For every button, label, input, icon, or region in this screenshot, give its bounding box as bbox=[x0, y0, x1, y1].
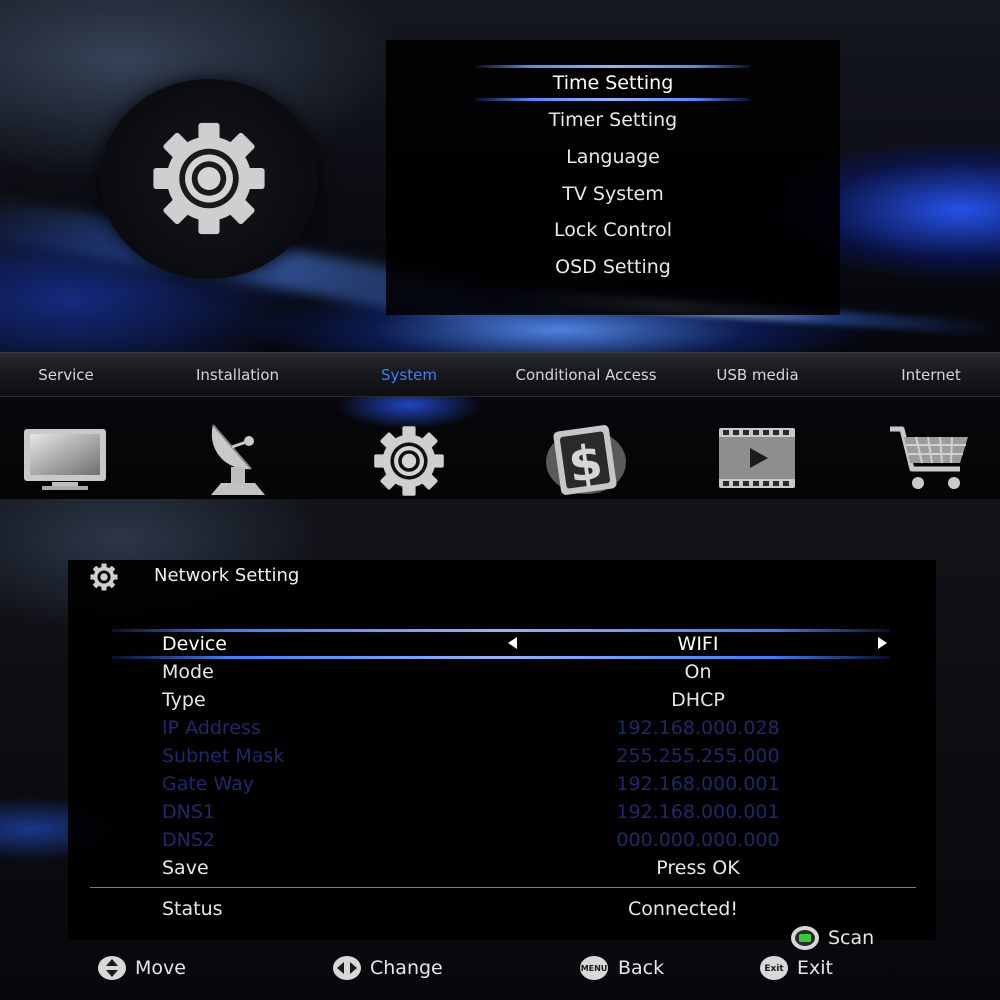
menu-key-icon: MENU bbox=[580, 956, 608, 980]
tab-internet[interactable]: Internet bbox=[890, 353, 972, 398]
change-label: Change bbox=[370, 957, 443, 979]
tab-label: Installation bbox=[195, 366, 280, 384]
setting-label: Gate Way bbox=[162, 773, 255, 795]
setting-value: WIFI bbox=[677, 633, 719, 655]
status-row: Status Connected! bbox=[0, 895, 1000, 923]
gear-icon[interactable] bbox=[369, 425, 449, 497]
setting-label: Device bbox=[162, 633, 227, 655]
change-hint: Change bbox=[332, 955, 462, 981]
setting-label: Mode bbox=[162, 661, 214, 683]
setting-value: 192.168.000.001 bbox=[616, 773, 780, 795]
setting-label: Type bbox=[162, 689, 206, 711]
back-hint[interactable]: MENU Back bbox=[579, 955, 689, 981]
setting-row-mode[interactable]: Mode On bbox=[0, 658, 1000, 686]
submenu-item-timer-setting[interactable]: Timer Setting bbox=[386, 102, 840, 138]
scan-label: Scan bbox=[828, 927, 875, 949]
setting-value: 255.255.255.000 bbox=[616, 745, 780, 767]
tv-icon[interactable] bbox=[22, 427, 108, 491]
divider bbox=[90, 887, 916, 888]
exit-hint[interactable]: Exit Exit bbox=[759, 955, 859, 981]
setting-value: DHCP bbox=[671, 689, 725, 711]
green-button-icon bbox=[791, 926, 819, 950]
submenu-item-label: Lock Control bbox=[553, 219, 673, 241]
setting-row-gate-way: Gate Way 192.168.000.001 bbox=[0, 770, 1000, 798]
submenu-item-label: TV System bbox=[562, 183, 664, 205]
film-play-icon[interactable] bbox=[718, 427, 796, 489]
setting-label: DNS1 bbox=[162, 801, 215, 823]
back-label: Back bbox=[618, 957, 665, 979]
status-label: Status bbox=[162, 898, 223, 920]
submenu-item-lock-control[interactable]: Lock Control bbox=[386, 212, 840, 248]
tab-usb-media[interactable]: USB media bbox=[705, 353, 810, 398]
satellite-dish-icon[interactable] bbox=[205, 419, 271, 497]
status-value: Connected! bbox=[628, 898, 738, 920]
setting-label: DNS2 bbox=[162, 829, 215, 851]
exit-label: Exit bbox=[797, 957, 833, 979]
setting-row-ip-address: IP Address 192.168.000.028 bbox=[0, 714, 1000, 742]
setting-label: Subnet Mask bbox=[162, 745, 285, 767]
tab-label: Service bbox=[38, 366, 94, 384]
system-submenu: Time Setting Timer Setting Language TV S… bbox=[386, 40, 840, 315]
submenu-item-label: Language bbox=[566, 146, 660, 168]
setting-value: 000.000.000.000 bbox=[616, 829, 780, 851]
scan-hint[interactable]: Scan bbox=[790, 925, 890, 951]
move-label: Move bbox=[135, 957, 186, 979]
shopping-cart-icon[interactable] bbox=[888, 425, 972, 493]
main-menu-tabbar: Service Installation System Conditional … bbox=[0, 352, 1000, 397]
setting-value: 192.168.000.001 bbox=[616, 801, 780, 823]
submenu-item-osd-setting[interactable]: OSD Setting bbox=[386, 249, 840, 285]
setting-row-dns2: DNS2 000.000.000.000 bbox=[0, 826, 1000, 854]
submenu-item-label: Time Setting bbox=[552, 72, 674, 94]
tab-system[interactable]: System bbox=[360, 353, 458, 398]
tab-label: Internet bbox=[901, 366, 961, 384]
setting-label: Save bbox=[162, 857, 209, 879]
main-menu-icon-row: $ bbox=[0, 397, 1000, 499]
submenu-item-language[interactable]: Language bbox=[386, 139, 840, 175]
setting-row-subnet-mask: Subnet Mask 255.255.255.000 bbox=[0, 742, 1000, 770]
move-hint: Move bbox=[97, 955, 207, 981]
setting-value: Press OK bbox=[656, 857, 740, 879]
tab-label: Conditional Access bbox=[515, 366, 657, 384]
setting-row-device[interactable]: Device WIFI bbox=[0, 630, 1000, 658]
tab-conditional-access[interactable]: Conditional Access bbox=[505, 353, 667, 398]
submenu-item-tv-system[interactable]: TV System bbox=[386, 176, 840, 212]
up-down-arrows-icon bbox=[98, 956, 126, 980]
submenu-item-label: OSD Setting bbox=[555, 256, 671, 278]
submenu-item-label: Timer Setting bbox=[548, 109, 678, 131]
svg-text:MENU: MENU bbox=[581, 964, 608, 973]
setting-value: 192.168.000.028 bbox=[616, 717, 780, 739]
panel-title: Network Setting bbox=[154, 565, 300, 586]
setting-label: IP Address bbox=[162, 717, 261, 739]
submenu-item-time-setting[interactable]: Time Setting bbox=[386, 65, 840, 101]
system-icon-disc bbox=[100, 79, 318, 279]
setting-row-save[interactable]: Save Press OK bbox=[0, 854, 1000, 882]
tab-label: USB media bbox=[716, 366, 799, 384]
svg-text:Exit: Exit bbox=[764, 964, 784, 974]
setting-value: On bbox=[684, 661, 712, 683]
tab-service[interactable]: Service bbox=[20, 353, 112, 398]
tab-installation[interactable]: Installation bbox=[180, 353, 295, 398]
left-right-arrows-icon bbox=[333, 956, 361, 980]
setting-row-type[interactable]: Type DHCP bbox=[0, 686, 1000, 714]
gear-icon bbox=[153, 122, 265, 235]
gear-icon bbox=[90, 563, 118, 591]
exit-key-icon: Exit bbox=[760, 956, 788, 980]
setting-row-dns1: DNS1 192.168.000.001 bbox=[0, 798, 1000, 826]
tab-label: System bbox=[381, 366, 437, 384]
card-dollar-icon[interactable]: $ bbox=[543, 422, 629, 498]
